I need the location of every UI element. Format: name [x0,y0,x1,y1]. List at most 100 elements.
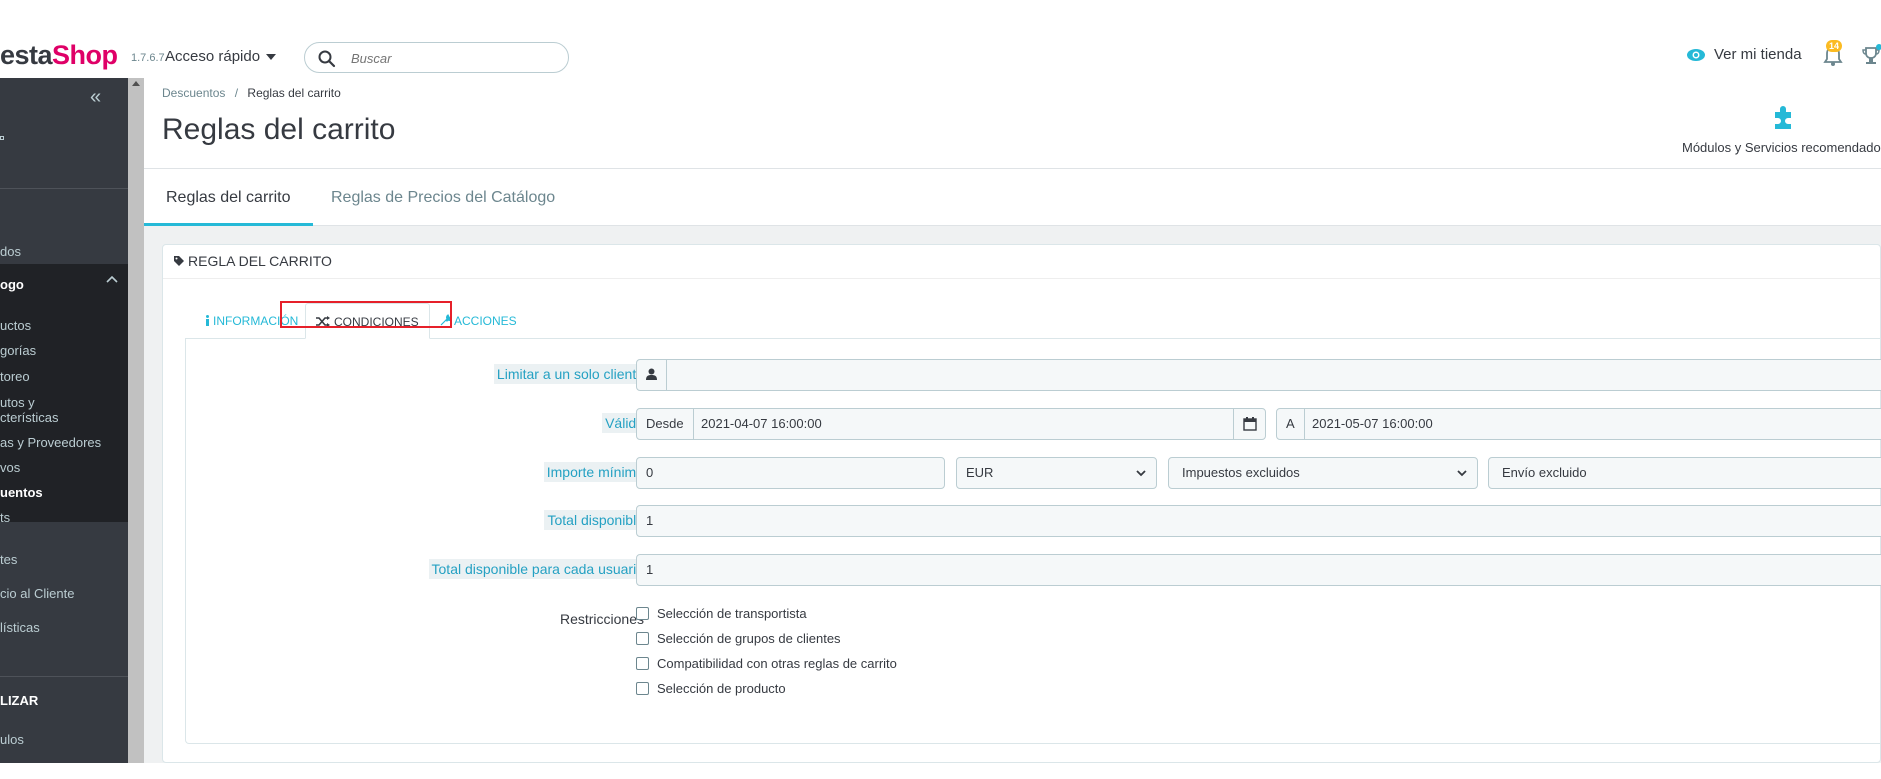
shipping-select[interactable]: Envío excluido [1488,457,1881,489]
restriction-customer-group-checkbox[interactable]: Selección de grupos de clientes [636,631,897,656]
sidebar-item-categories[interactable]: gorías [0,343,36,358]
red-highlight-box [280,301,452,328]
checkbox[interactable] [636,607,649,620]
restriction-label: Compatibilidad con otras reglas de carri… [657,656,897,671]
date-to-field[interactable]: A 2021-05-07 16:00:00 [1276,408,1881,440]
cart-rule-panel: REGLA DEL CARRITO INFORMACIÓN CONDICIONE… [162,244,1881,763]
conditions-form: Limitar a un solo cliente Válido Desde 2… [185,339,1881,744]
sidebar-item-orders[interactable]: dos [0,244,21,259]
total-per-user-input[interactable]: 1 [636,554,1881,586]
quick-access-label: Acceso rápido [165,48,261,65]
collapse-sidebar-icon[interactable]: « [90,86,101,109]
page-title: Reglas del carrito [162,113,396,146]
sidebar-catalog-panel [0,264,128,522]
sidebar-item-customers[interactable]: tes [0,552,17,567]
recommended-modules-label: Módulos y Servicios recomendados [1682,140,1881,155]
sidebar-item-brands[interactable]: as y Proveedores [0,435,101,450]
tax-select[interactable]: Impuestos excluidos [1168,457,1478,489]
tab-catalog-price-rules[interactable]: Reglas de Precios del Catálogo [309,169,577,226]
eye-icon [1687,49,1705,62]
sidebar-item-products[interactable]: uctos [0,318,31,333]
checkbox[interactable] [636,657,649,670]
sidebar-divider [0,676,128,677]
breadcrumb-link-discounts[interactable]: Descuentos [162,86,225,100]
chevron-down-icon [1457,470,1467,477]
tag-icon [174,256,184,266]
sidebar-item-stocks[interactable]: ts [0,510,10,525]
currency-select[interactable]: EUR [956,457,1157,489]
trophy-button[interactable] [1860,44,1881,68]
notifications-badge: 14 [1826,40,1843,52]
search-input[interactable] [351,48,551,68]
subtab-actions-label: ACCIONES [454,314,517,328]
total-available-label: Total disponible [544,510,647,530]
info-icon [206,315,209,326]
sidebar-item-files[interactable]: vos [0,460,20,475]
total-per-user-value: 1 [646,562,654,577]
view-shop-link[interactable]: Ver mi tienda [1686,46,1802,63]
total-per-user-label: Total disponible para cada usuario [428,559,647,579]
sidebar-item-monitoring[interactable]: toreo [0,369,30,384]
user-icon [637,360,667,390]
breadcrumb: Descuentos / Reglas del carrito [162,86,341,100]
sidebar-nav: « dos ogo uctos gorías toreo utos y cter… [0,78,128,763]
search-box[interactable] [304,42,569,73]
tax-value: Impuestos excluidos [1182,465,1300,480]
currency-value: EUR [966,465,994,480]
customer-label: Limitar a un solo cliente [493,364,647,384]
view-shop-label: Ver mi tienda [1714,46,1802,63]
date-from-field[interactable]: Desde 2021-04-07 16:00:00 [636,408,1266,440]
shipping-value: Envío excluido [1502,465,1587,480]
restriction-carrier-checkbox[interactable]: Selección de transportista [636,606,897,631]
restrictions-list: Selección de transportista Selección de … [636,606,897,706]
restriction-cart-rule-checkbox[interactable]: Compatibilidad con otras reglas de carri… [636,656,897,681]
sidebar-item-catalog[interactable]: ogo [0,277,24,292]
chevron-down-icon [1136,470,1146,477]
sidebar-item-modules[interactable]: ulos [0,732,24,747]
restriction-product-checkbox[interactable]: Selección de producto [636,681,897,706]
sidebar-section-customize: LIZAR [0,693,39,708]
sidebar-item-discounts[interactable]: uentos [0,485,43,500]
top-header: estaShop 1.7.6.7 Acceso rápido Ver mi ti… [0,38,1881,78]
sidebar-divider [0,188,128,189]
restriction-label: Selección de grupos de clientes [657,631,841,646]
date-to-value: 2021-05-07 16:00:00 [1312,416,1433,431]
panel-heading: REGLA DEL CARRITO [163,245,1880,279]
prestashop-logo[interactable]: estaShop [0,40,118,71]
search-icon[interactable] [317,49,337,69]
restriction-label: Selección de producto [657,681,786,696]
total-available-value: 1 [646,513,654,528]
trophy-icon [1862,44,1881,64]
min-amount-value: 0 [646,465,654,480]
sidebar-item-attributes[interactable]: utos y [0,395,35,410]
sidebar-item-stats[interactable]: lísticas [0,620,40,635]
min-amount-label: Importe mínimo [543,462,647,482]
caret-down-icon [266,54,277,61]
page-tabs: Reglas del carrito Reglas de Precios del… [144,169,1881,226]
notifications-button[interactable]: 14 [1822,40,1844,68]
date-from-value: 2021-04-07 16:00:00 [701,416,822,431]
home-icon[interactable] [0,136,4,140]
quick-access-dropdown[interactable]: Acceso rápido [165,48,277,65]
breadcrumb-current: Reglas del carrito [247,86,341,100]
restriction-label: Selección de transportista [657,606,807,621]
to-addon: A [1277,409,1305,439]
customer-field[interactable] [636,359,1881,391]
checkbox[interactable] [636,682,649,695]
version-label: 1.7.6.7 [131,52,165,64]
scroll-up-arrow-icon[interactable] [132,81,140,86]
panel-heading-label: REGLA DEL CARRITO [188,253,332,269]
sidebar-scrollbar[interactable] [128,78,144,763]
total-available-input[interactable]: 1 [636,505,1881,537]
sidebar-item-customer-service[interactable]: cio al Cliente [0,586,74,601]
tab-cart-rules[interactable]: Reglas del carrito [144,169,313,226]
restrictions-label: Restricciones [559,611,644,627]
checkbox[interactable] [636,632,649,645]
puzzle-icon [1775,106,1791,129]
sidebar-item-features[interactable]: cterísticas [0,410,59,425]
calendar-icon[interactable] [1233,409,1265,439]
breadcrumb-separator: / [234,86,239,100]
min-amount-input[interactable]: 0 [636,457,945,489]
from-addon: Desde [637,409,694,439]
chevron-up-icon[interactable] [106,274,118,284]
